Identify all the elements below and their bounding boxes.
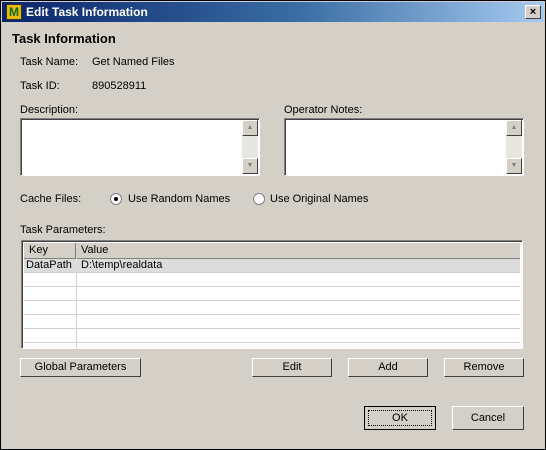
focus-rectangle [368,410,432,426]
table-row[interactable] [24,287,520,301]
table-row[interactable] [24,273,520,287]
table-row[interactable]: DataPath D:\temp\realdata [24,259,520,273]
add-button[interactable]: Add [348,358,428,377]
task-name-value: Get Named Files [92,56,175,68]
radio-selected-dot [114,197,118,201]
scroll-up-icon[interactable]: ▲ [506,120,522,136]
task-name-label: Task Name: [20,56,79,68]
row-key [24,287,26,300]
close-icon: × [529,6,537,18]
cancel-button[interactable]: Cancel [452,406,524,430]
window-title: Edit Task Information [26,5,148,19]
table-row[interactable] [24,301,520,315]
global-parameters-button[interactable]: Global Parameters [20,358,141,377]
add-label: Add [378,361,398,373]
row-key: DataPath [26,259,72,271]
dialog-window: M Edit Task Information × Task Informati… [0,0,546,450]
edit-label: Edit [282,361,302,373]
title-bar[interactable]: M Edit Task Information × [2,2,544,22]
description-label: Description: [20,104,79,116]
radio-label-original-names[interactable]: Use Original Names [270,193,368,205]
operator-notes-label: Operator Notes: [284,104,363,116]
column-header-value[interactable]: Value [76,243,520,258]
table-row[interactable] [24,329,520,343]
radio-use-random-names[interactable] [110,193,122,205]
remove-label: Remove [463,361,505,373]
radio-label-random-names[interactable]: Use Random Names [128,193,230,205]
app-icon-letter: M [9,5,19,19]
row-key [24,315,26,328]
global-parameters-label: Global Parameters [34,361,127,373]
table-row[interactable] [24,315,520,329]
row-key [24,273,26,286]
task-parameters-table[interactable]: Key Value DataPath D:\temp\realdata [21,240,523,349]
task-parameters-label: Task Parameters: [20,224,106,236]
radio-use-original-names[interactable] [253,193,265,205]
row-value [79,315,81,328]
operator-notes-textarea[interactable]: ▲ ▼ [284,118,524,176]
cancel-label: Cancel [470,412,506,424]
row-value [79,329,81,342]
column-header-key[interactable]: Key [24,243,76,258]
row-value: D:\temp\realdata [81,259,163,271]
task-id-label: Task ID: [20,80,60,92]
scroll-down-icon[interactable]: ▼ [506,158,522,174]
cache-files-label: Cache Files: [20,193,82,205]
row-key [24,329,26,342]
remove-button[interactable]: Remove [444,358,524,377]
row-value [79,343,81,356]
row-value [79,301,81,314]
row-key [24,301,26,314]
ok-button[interactable]: OK [364,406,436,430]
edit-button[interactable]: Edit [252,358,332,377]
row-value [79,273,81,286]
section-heading: Task Information [12,31,116,46]
description-scrollbar[interactable]: ▲ ▼ [242,120,258,174]
task-id-value: 890528911 [92,80,147,92]
row-key [24,343,26,356]
description-textarea[interactable]: ▲ ▼ [20,118,260,176]
table-row[interactable] [24,343,520,348]
table-header: Key Value [24,243,520,259]
close-button[interactable]: × [525,5,541,19]
operator-notes-scrollbar[interactable]: ▲ ▼ [506,120,522,174]
scroll-up-icon[interactable]: ▲ [242,120,258,136]
app-icon: M [6,4,22,20]
row-value [79,287,81,300]
scroll-down-icon[interactable]: ▼ [242,158,258,174]
